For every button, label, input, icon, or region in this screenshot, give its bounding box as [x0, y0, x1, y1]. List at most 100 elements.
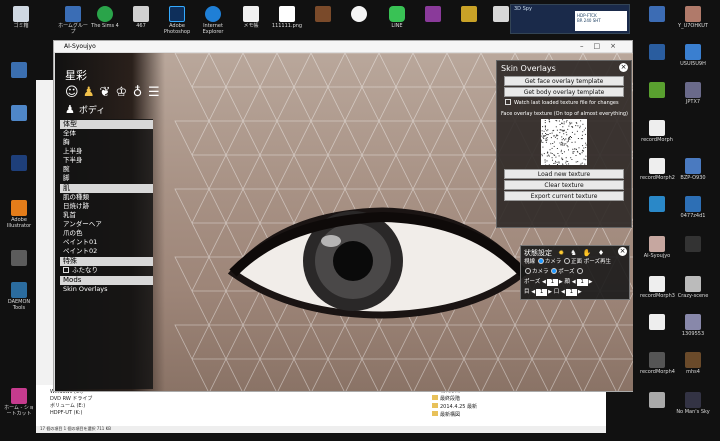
next-arrow-icon[interactable]: ▶	[548, 287, 552, 297]
list-item[interactable]: 胸	[60, 138, 153, 147]
mouth-value[interactable]: 1	[565, 289, 577, 296]
desktop-icon-home[interactable]: ホーム - ショートカット	[2, 388, 36, 417]
desktop-icon-right-3[interactable]: USUI5U9H	[676, 44, 710, 67]
list-item[interactable]: 乳首	[60, 211, 153, 220]
prev-arrow-icon[interactable]: ◀	[531, 287, 535, 297]
desktop-icon-right-17[interactable]: recordMorph4	[640, 352, 675, 375]
sun-icon[interactable]: ✹	[558, 249, 564, 257]
desktop-icon-right-4[interactable]	[640, 82, 674, 99]
minimize-icon[interactable]: –	[580, 42, 594, 50]
desktop-icon-app[interactable]	[416, 6, 450, 23]
hair-icon[interactable]: ❦	[99, 85, 111, 100]
desktop-icon-illustrator[interactable]: Adobe Illustrator	[2, 200, 36, 229]
close-icon[interactable]: ×	[610, 42, 626, 50]
list-icon[interactable]: ☰	[148, 85, 160, 100]
drop-icon[interactable]: ♦	[598, 249, 604, 257]
desktop-icon-recycle[interactable]: ゴミ箱	[4, 6, 38, 29]
eye-value[interactable]: 1	[536, 289, 548, 296]
drive-item[interactable]: HDPF-UT (K:)	[50, 410, 122, 417]
clear-texture-button[interactable]: Clear texture	[504, 180, 624, 190]
list-item[interactable]: 下半身	[60, 156, 153, 165]
get-face-template-button[interactable]: Get face overlay template	[504, 76, 624, 86]
folder-item[interactable]: 2014.4.25 最新	[432, 403, 512, 411]
folder-item[interactable]: 最終段階	[432, 395, 512, 403]
window-titlebar[interactable]: AI-Syoujyo –□×	[54, 41, 632, 52]
futanari-checkbox[interactable]	[63, 267, 69, 273]
export-texture-button[interactable]: Export current texture	[504, 191, 624, 201]
prev-arrow-icon[interactable]: ◀	[572, 277, 576, 287]
desktop-icon-right-15[interactable]	[640, 314, 674, 331]
hand-icon[interactable]: ✋	[583, 249, 592, 257]
desktop-icon-right-16[interactable]: 1309553	[676, 314, 710, 337]
3d-viewport[interactable]: 星彩 ☺ ♟ ❦ ♔ ♁ ☰ ♟ ボディ 体型 全体 胸 上半身 下半身 腕 脚 …	[55, 53, 633, 391]
list-item[interactable]: ペイント02	[60, 247, 153, 256]
list-item[interactable]: ペイント01	[60, 238, 153, 247]
desktop-icon-right-14[interactable]: Crazy-scene	[676, 276, 710, 299]
desktop-icon-right-5[interactable]: JPTX7	[676, 82, 710, 105]
desktop-icon-archive[interactable]	[452, 6, 486, 23]
folder-item[interactable]: 最新構図	[432, 411, 512, 419]
desktop-icon-png[interactable]: 111111.png	[270, 6, 304, 29]
radio-gaze-front[interactable]	[564, 258, 571, 264]
desktop-icon-right-0[interactable]	[640, 6, 674, 23]
desktop-icon-kx[interactable]	[342, 6, 376, 23]
desktop-icon-right-18[interactable]: mhs4	[676, 352, 710, 375]
desktop-icon-ie[interactable]: Internet Explorer	[196, 6, 230, 35]
list-item[interactable]: 肌の種類	[60, 193, 153, 202]
desktop-icon-left-1[interactable]	[2, 62, 36, 79]
face-icon[interactable]: ☺	[65, 85, 79, 100]
desktop-icon-right-12[interactable]	[676, 236, 710, 253]
prev-arrow-icon[interactable]: ◀	[561, 287, 565, 297]
load-new-texture-button[interactable]: Load new texture	[504, 169, 624, 179]
desktop-icon-photoshop[interactable]: Adobe Photoshop	[160, 6, 194, 35]
desktop-icon-left-5[interactable]	[2, 250, 36, 267]
desktop-icon-sims[interactable]: The Sims 4	[88, 6, 122, 29]
clothes-icon[interactable]: ♔	[115, 85, 127, 100]
desktop-icon-right-6[interactable]: recordMorph	[640, 120, 674, 143]
next-arrow-icon[interactable]: ▶	[559, 277, 563, 287]
desktop-icon-right-1[interactable]: Y_U7OHKUT	[676, 6, 710, 29]
radio-face-camera[interactable]	[525, 268, 531, 274]
desktop-icon-right-9[interactable]	[640, 196, 674, 213]
list-item[interactable]: 腕	[60, 165, 153, 174]
list-item[interactable]: 脚	[60, 174, 153, 183]
list-item[interactable]: 全体	[60, 129, 153, 138]
desktop-icon-right-7[interactable]: BZP-O930	[676, 158, 710, 181]
drive-item[interactable]: DVD RW ドライブ	[50, 396, 122, 403]
radio-play[interactable]	[577, 268, 584, 274]
radio-face-pose[interactable]	[551, 268, 558, 274]
desktop-icon-line[interactable]: LINE	[380, 6, 414, 29]
radio-gaze-camera[interactable]	[537, 258, 544, 264]
prev-arrow-icon[interactable]: ◀	[542, 277, 546, 287]
tab-body[interactable]: ♟ ボディ	[65, 103, 160, 117]
get-body-template-button[interactable]: Get body overlay template	[504, 87, 624, 97]
watch-checkbox[interactable]	[505, 99, 511, 105]
desktop-icon-left-2[interactable]	[2, 105, 36, 122]
desktop-icon-right-19[interactable]	[640, 392, 674, 409]
desktop-icon-right-10[interactable]: 0477z4d1	[676, 196, 710, 219]
next-arrow-icon[interactable]: ▶	[578, 287, 582, 297]
list-item[interactable]: 日焼け跡	[60, 202, 153, 211]
close-icon[interactable]: ×	[619, 63, 628, 72]
body-icon[interactable]: ♟	[83, 85, 95, 100]
pose-value[interactable]: 1	[546, 279, 558, 286]
desktop-icon-right-20[interactable]: No Man's Sky	[676, 392, 710, 415]
desktop-icon-daemon[interactable]: DAEMON Tools	[2, 282, 36, 311]
list-item[interactable]: Skin Overlays	[60, 285, 153, 294]
desktop-icon-memo[interactable]: メモ帳	[234, 6, 268, 29]
next-arrow-icon[interactable]: ▶	[589, 277, 593, 287]
desktop-icon-jigsaw[interactable]	[306, 6, 340, 23]
accessory-icon[interactable]: ♁	[131, 85, 143, 100]
desktop-icon-left-3[interactable]	[2, 155, 36, 172]
desktop-icon-right-13[interactable]: recordMorph3	[640, 276, 675, 299]
desktop-icon-top-1[interactable]: ホームグループ	[56, 6, 90, 35]
list-item[interactable]: 上半身	[60, 147, 153, 156]
ai-syoujyo-window[interactable]: AI-Syoujyo –□× 星彩 ☺ ♟ ❦ ♔ ♁ ☰ ♟ ボディ 体型 全…	[53, 40, 633, 392]
drive-item[interactable]: ボリューム (E:)	[50, 403, 122, 410]
desktop-icon-right-8[interactable]: recordMorph2	[640, 158, 675, 181]
list-item[interactable]: 爪の色	[60, 229, 153, 238]
list-item[interactable]: ふたなり	[60, 266, 153, 275]
maximize-icon[interactable]: □	[594, 42, 611, 50]
character-icon[interactable]: ♞	[570, 249, 576, 257]
taskbar-popup-window[interactable]: 3D Spy HDP-FTCK BR 240 SHT	[510, 4, 630, 34]
